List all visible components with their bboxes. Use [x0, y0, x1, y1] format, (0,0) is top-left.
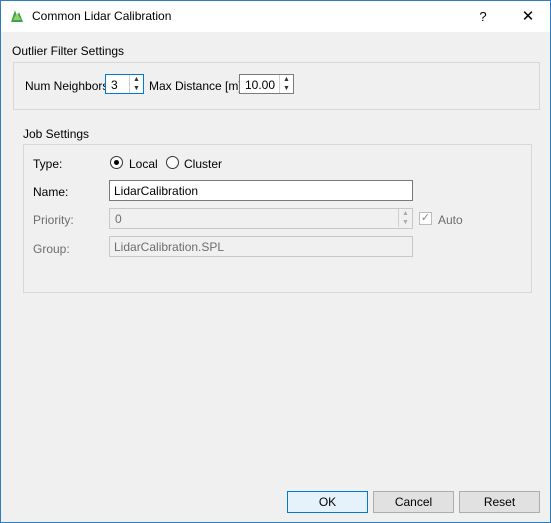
spin-down-icon[interactable]: ▼ [399, 218, 412, 227]
priority-label: Priority: [33, 213, 74, 227]
num-neighbors-label: Num Neighbors [25, 79, 109, 93]
spin-up-icon[interactable]: ▲ [130, 75, 143, 84]
type-local-radio[interactable] [110, 156, 123, 169]
name-input-value: LidarCalibration [114, 184, 199, 198]
priority-spin-buttons: ▲ ▼ [398, 209, 412, 227]
job-section-title: Job Settings [23, 127, 90, 141]
num-neighbors-spinbox[interactable]: 3 ▲ ▼ [105, 74, 144, 94]
spin-up-icon[interactable]: ▲ [399, 209, 412, 218]
max-distance-value: 10.00 [245, 78, 276, 92]
group-input[interactable]: LidarCalibration.SPL [109, 236, 413, 257]
group-input-value: LidarCalibration.SPL [114, 240, 225, 254]
name-label: Name: [33, 185, 69, 199]
num-neighbors-spin-buttons: ▲ ▼ [129, 75, 143, 93]
title-bar: Common Lidar Calibration ? ✕ [1, 1, 550, 32]
priority-spinbox[interactable]: 0 ▲ ▼ [109, 208, 413, 229]
close-button[interactable]: ✕ [506, 1, 550, 32]
type-cluster-label[interactable]: Cluster [184, 157, 222, 171]
checkmark-icon: ✓ [420, 212, 431, 224]
max-distance-spin-buttons: ▲ ▼ [279, 75, 293, 93]
max-distance-spinbox[interactable]: 10.00 ▲ ▼ [239, 74, 294, 94]
group-label: Group: [33, 242, 70, 256]
spin-up-icon[interactable]: ▲ [280, 75, 293, 84]
name-input[interactable]: LidarCalibration [109, 180, 413, 201]
dialog-window: Common Lidar Calibration ? ✕ Outlier Fil… [0, 0, 551, 523]
window-title: Common Lidar Calibration [32, 9, 172, 23]
num-neighbors-value: 3 [111, 78, 118, 92]
cancel-button[interactable]: Cancel [373, 491, 454, 513]
radio-selected-dot [114, 160, 119, 165]
priority-value: 0 [115, 212, 122, 226]
help-button[interactable]: ? [463, 1, 503, 32]
lidar-app-icon [11, 10, 23, 22]
ok-button[interactable]: OK [287, 491, 368, 513]
spin-down-icon[interactable]: ▼ [280, 84, 293, 93]
auto-label[interactable]: Auto [438, 213, 463, 227]
outlier-section-title: Outlier Filter Settings [12, 44, 125, 58]
type-local-label[interactable]: Local [129, 157, 158, 171]
max-distance-label: Max Distance [m] [149, 79, 242, 93]
auto-checkbox[interactable]: ✓ [419, 212, 432, 225]
type-label: Type: [33, 157, 63, 171]
spin-down-icon[interactable]: ▼ [130, 84, 143, 93]
type-cluster-radio[interactable] [166, 156, 179, 169]
reset-button[interactable]: Reset [459, 491, 540, 513]
